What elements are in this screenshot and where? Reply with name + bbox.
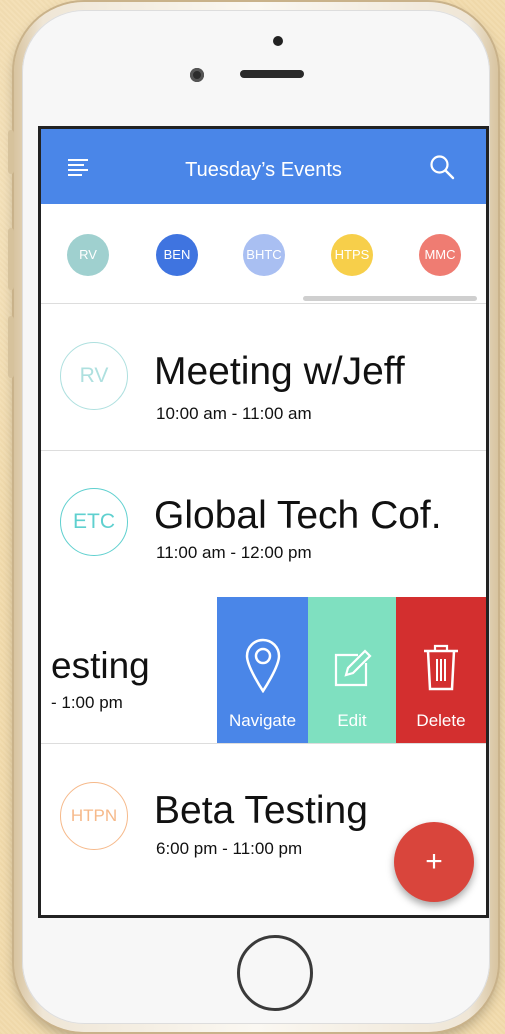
chip-ben[interactable]: BEN: [156, 234, 198, 276]
delete-label: Delete: [416, 711, 466, 730]
event-avatar: RV: [60, 342, 128, 410]
delete-action-button[interactable]: Delete: [396, 597, 486, 743]
event-time: - 1:00 pm: [51, 693, 123, 712]
edit-action-button[interactable]: Edit: [308, 597, 396, 743]
proximity-sensor: [273, 36, 283, 46]
page-title: Tuesday’s Events: [185, 159, 342, 181]
event-avatar: HTPN: [60, 782, 128, 850]
home-button[interactable]: [237, 935, 313, 1011]
front-camera: [190, 68, 204, 82]
event-title: esting: [51, 645, 150, 686]
app-bar: Tuesday’s Events: [41, 129, 486, 204]
event-time: 11:00 am - 12:00 pm: [156, 543, 312, 562]
event-title: Global Tech Cof.: [154, 494, 442, 537]
trash-icon: [424, 644, 458, 691]
event-title: Beta Testing: [154, 789, 368, 832]
volume-up-button: [8, 228, 14, 290]
chip-rv[interactable]: RV: [67, 234, 109, 276]
earpiece-speaker: [240, 70, 304, 78]
map-pin-icon: [245, 638, 280, 693]
chip-htps[interactable]: HTPS: [331, 234, 373, 276]
navigate-action-button[interactable]: Navigate: [217, 597, 308, 743]
edit-label: Edit: [337, 711, 367, 730]
edit-icon: [334, 649, 372, 687]
event-row[interactable]: ETC Global Tech Cof. 11:00 am - 12:00 pm: [41, 451, 486, 598]
volume-down-button: [8, 316, 14, 378]
navigate-label: Navigate: [228, 711, 297, 730]
add-event-button[interactable]: +: [394, 822, 474, 902]
search-icon[interactable]: [429, 154, 455, 180]
event-avatar: ETC: [60, 488, 128, 556]
event-row[interactable]: RV Meeting w/Jeff 10:00 am - 11:00 am: [41, 304, 486, 451]
event-title: Meeting w/Jeff: [154, 350, 405, 393]
mute-switch: [8, 130, 14, 174]
calendar-chip-bar: RV BEN BHTC HTPS MMC: [41, 204, 486, 304]
event-time: 6:00 pm - 11:00 pm: [156, 839, 303, 858]
chip-bhtc[interactable]: BHTC: [243, 234, 285, 276]
event-time: 10:00 am - 11:00 am: [156, 404, 312, 423]
chip-scrollbar[interactable]: [303, 296, 477, 301]
swiped-event-row[interactable]: esting - 1:00 pm Navigate Edit Delete: [41, 597, 486, 744]
chip-mmc[interactable]: MMC: [419, 234, 461, 276]
app-screen: Tuesday’s Events RV BEN BHTC HTPS MMC RV…: [41, 129, 486, 915]
